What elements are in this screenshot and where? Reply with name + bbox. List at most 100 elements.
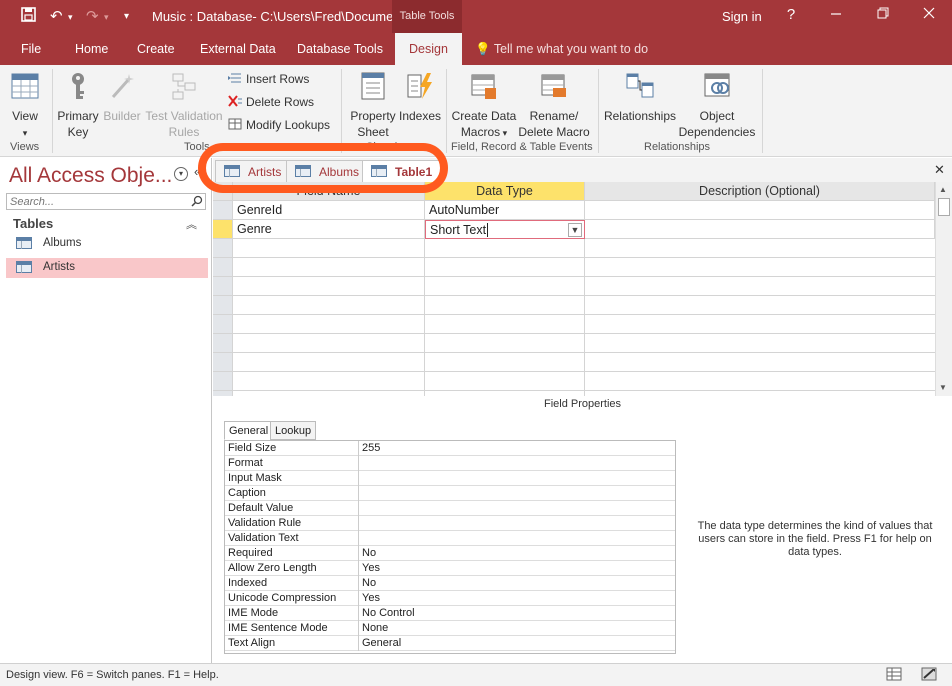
scroll-thumb[interactable] [938,198,950,216]
property-row[interactable]: Validation Text [225,531,675,546]
column-header-data-type[interactable]: Data Type [425,182,585,201]
table-design-grid[interactable]: Field Name Data Type Description (Option… [213,182,935,396]
ribbon-separator [446,69,447,153]
nav-item-albums[interactable]: Albums [6,234,208,254]
modify-lookups-button[interactable]: Modify Lookups [228,118,330,132]
primary-key-label-1: Primary [57,109,99,123]
builder-button[interactable]: Builder [101,71,143,124]
row-selector-current[interactable] [213,220,233,239]
customize-quick-access-icon[interactable]: ▾ [124,11,129,22]
close-icon[interactable] [919,6,939,23]
data-type-cell[interactable]: AutoNumber [425,201,585,220]
property-name: Indexed [228,577,268,589]
nav-search-input[interactable] [6,193,206,210]
restore-icon[interactable] [873,6,893,23]
redo-dropdown-icon[interactable]: ▾ [104,12,109,23]
scroll-down-icon[interactable]: ▼ [939,383,947,392]
undo-dropdown-icon[interactable]: ▾ [68,12,73,23]
undo-icon[interactable]: ↶ [50,7,63,25]
primary-key-label-2: Key [67,125,89,139]
property-row[interactable]: Input Mask [225,471,675,486]
property-row[interactable]: Validation Rule [225,516,675,531]
collapse-section-icon[interactable]: ︽ [186,216,197,232]
property-row[interactable]: Default Value [225,501,675,516]
nav-section-tables[interactable]: Tables [13,216,53,231]
property-row[interactable]: Unicode Compression Yes [225,591,675,606]
field-name-cell[interactable]: Genre [233,220,425,239]
property-sheet-label-2: Sheet [357,125,389,139]
tab-design[interactable]: Design [395,33,462,65]
tab-create[interactable]: Create [137,42,175,56]
design-view-icon[interactable] [921,667,939,683]
property-row[interactable]: IME Sentence Mode None [225,621,675,636]
nav-pane-title[interactable]: All Access Obje... [9,164,172,188]
property-value[interactable]: Yes [362,562,380,574]
datasheet-view-icon[interactable] [886,667,904,683]
relationships-button[interactable]: Relationships [602,71,678,124]
property-row[interactable]: Field Size 255 [225,441,675,456]
property-row[interactable]: Caption [225,486,675,501]
property-row[interactable]: Required No [225,546,675,561]
property-value[interactable]: No Control [362,607,415,619]
data-type-select[interactable]: Short Text ▼ [425,220,585,239]
object-dependencies-button[interactable]: Object Dependencies [676,71,758,140]
grid-vertical-scrollbar[interactable]: ▲ ▼ [935,182,952,396]
doc-tab-artists[interactable]: Artists [215,160,291,182]
tab-external-data[interactable]: External Data [200,42,276,56]
property-row[interactable]: Indexed No [225,576,675,591]
chevron-down-icon[interactable]: ▼ [568,223,582,237]
field-name-cell[interactable]: GenreId [233,201,425,220]
column-header-description[interactable]: Description (Optional) [585,182,935,201]
property-name: Default Value [228,502,294,514]
property-row[interactable]: IME Mode No Control [225,606,675,621]
tab-general[interactable]: General [224,421,274,440]
test-validation-rules-button[interactable]: Test Validation Rules [144,71,224,140]
description-cell[interactable] [585,201,935,220]
property-row[interactable]: Allow Zero Length Yes [225,561,675,576]
property-value[interactable]: None [362,622,388,634]
tab-lookup[interactable]: Lookup [270,421,317,440]
save-icon[interactable] [21,7,36,26]
table-icon [16,237,32,249]
doc-tab-table1[interactable]: Table1 [362,160,442,182]
row-selector[interactable] [213,201,233,220]
property-row[interactable]: Text Align General [225,636,675,651]
property-divider [358,501,359,516]
tell-me-search[interactable]: 💡 Tell me what you want to do [475,42,648,57]
primary-key-button[interactable]: Primary Key [56,71,100,140]
property-value[interactable]: No [362,577,376,589]
property-value[interactable]: General [362,637,401,649]
redo-icon[interactable]: ↷ [86,7,99,25]
nav-shutter-icon[interactable]: « [194,164,201,179]
delete-rows-button[interactable]: Delete Rows [228,95,314,109]
insert-rows-button[interactable]: Insert Rows [228,72,309,86]
search-icon[interactable] [191,195,203,210]
tab-home[interactable]: Home [75,42,108,56]
rename-delete-macro-button[interactable]: Rename/ Delete Macro [516,71,592,140]
nav-item-artists[interactable]: Artists [6,258,208,278]
ribbon-separator [341,69,342,153]
field-properties-table: Field Size 255 Format Input Mask Caption Defa… [224,440,676,654]
property-row[interactable]: Format [225,456,675,471]
property-value[interactable]: No [362,547,376,559]
help-button[interactable]: ? [781,6,801,23]
description-cell[interactable] [585,220,935,239]
property-sheet-button[interactable]: Property Sheet [346,71,400,140]
minimize-icon[interactable] [826,6,846,23]
nav-menu-chevron-icon[interactable]: ▾ [174,167,188,181]
view-button[interactable]: View ▾ [6,71,44,141]
sign-in-link[interactable]: Sign in [722,9,762,24]
column-header-field-name[interactable]: Field Name [233,182,425,201]
tab-database-tools[interactable]: Database Tools [297,42,383,56]
doc-tab-albums[interactable]: Albums [286,160,369,182]
tab-file[interactable]: File [21,42,41,56]
empty-rows[interactable] [213,239,935,396]
indexes-lightning-icon [399,71,441,105]
close-document-icon[interactable]: ✕ [934,162,945,178]
property-divider [358,621,359,636]
indexes-button[interactable]: Indexes [399,71,441,124]
property-value[interactable]: Yes [362,592,380,604]
create-data-macros-button[interactable]: Create Data Macros ▾ [450,71,518,141]
property-value[interactable]: 255 [362,442,380,454]
scroll-up-icon[interactable]: ▲ [939,185,947,194]
